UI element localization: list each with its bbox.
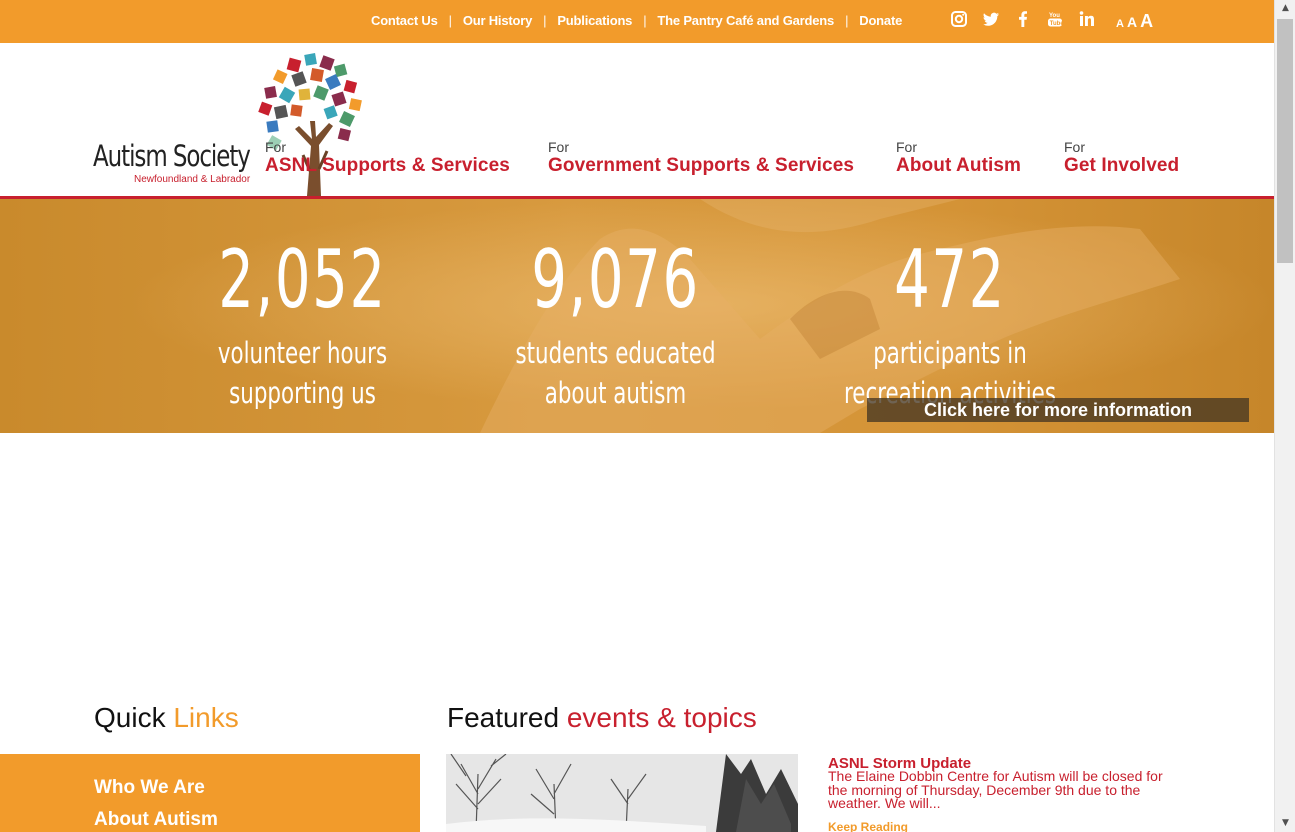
twitter-icon[interactable] xyxy=(982,10,1000,28)
font-size-medium-button[interactable]: A xyxy=(1127,14,1137,30)
font-size-controls: A A A xyxy=(1116,11,1153,32)
donate-link[interactable]: Donate xyxy=(859,13,902,28)
heading-part: Featured xyxy=(447,702,560,733)
nav-label[interactable]: Government Supports & Services xyxy=(548,154,854,178)
stat-number: 9,076 xyxy=(531,233,700,326)
svg-text:Tube: Tube xyxy=(1050,21,1064,27)
nav-get-involved[interactable]: For Get Involved xyxy=(1064,140,1179,178)
font-size-large-button[interactable]: A xyxy=(1140,11,1153,32)
stat-students-educated: 9,076 students educated about autism xyxy=(488,235,743,413)
stat-number: 2,052 xyxy=(218,233,387,326)
nav-about-autism[interactable]: For About Autism xyxy=(896,140,1021,178)
featured-heading: Featured events & topics xyxy=(447,702,757,734)
page-scrollbar[interactable]: ▲ ▼ xyxy=(1274,0,1295,832)
nav-label[interactable]: About Autism xyxy=(896,154,1021,178)
pantry-cafe-link[interactable]: The Pantry Café and Gardens xyxy=(657,13,834,28)
nav-government-supports[interactable]: For Government Supports & Services xyxy=(548,140,854,178)
font-size-small-button[interactable]: A xyxy=(1116,18,1124,30)
logo-subtitle: Newfoundland & Labrador xyxy=(134,174,251,185)
nav-label[interactable]: Get Involved xyxy=(1064,154,1179,178)
our-history-link[interactable]: Our History xyxy=(463,13,533,28)
stat-caption: supporting us xyxy=(229,376,376,410)
stat-caption: about autism xyxy=(544,376,687,410)
stat-volunteer-hours: 2,052 volunteer hours supporting us xyxy=(175,235,430,413)
heading-part: Quick xyxy=(94,702,166,733)
youtube-icon[interactable]: You Tube xyxy=(1046,10,1064,28)
stat-caption: volunteer hours xyxy=(217,336,388,370)
contact-us-link[interactable]: Contact Us xyxy=(371,13,438,28)
featured-snow-image[interactable] xyxy=(446,754,798,832)
separator: | xyxy=(845,13,849,28)
svg-text:You: You xyxy=(1049,13,1060,19)
quick-link-about-autism[interactable]: About Autism xyxy=(94,809,218,831)
more-information-button[interactable]: Click here for more information xyxy=(867,398,1249,422)
featured-post-excerpt: The Elaine Dobbin Centre for Autism will… xyxy=(828,768,1163,811)
quick-links-heading: Quick Links xyxy=(94,702,239,734)
nav-prefix: For xyxy=(1064,139,1085,155)
publications-link[interactable]: Publications xyxy=(557,13,632,28)
stat-number: 472 xyxy=(894,233,1006,326)
utility-links: Contact Us | Our History | Publications … xyxy=(371,13,902,28)
quick-links-panel: Who We Are About Autism xyxy=(0,754,420,832)
facebook-icon[interactable] xyxy=(1014,10,1032,28)
linkedin-icon[interactable] xyxy=(1078,10,1096,28)
heading-accent: events & topics xyxy=(566,702,757,733)
stat-caption: participants in xyxy=(873,336,1027,370)
logo-title[interactable]: Autism Society xyxy=(93,139,251,173)
quick-link-who-we-are[interactable]: Who We Are xyxy=(94,777,205,799)
keep-reading-link[interactable]: Keep Reading xyxy=(828,820,908,832)
separator: | xyxy=(643,13,647,28)
stat-caption: students educated xyxy=(515,336,716,370)
nav-label[interactable]: ASNL Supports & Services xyxy=(265,154,510,178)
nav-prefix: For xyxy=(265,139,286,155)
top-utility-bar: Contact Us | Our History | Publications … xyxy=(0,0,1274,43)
heading-accent: Links xyxy=(173,702,239,733)
instagram-icon[interactable] xyxy=(950,10,968,28)
stats-hero-banner: 2,052 volunteer hours supporting us 9,07… xyxy=(0,199,1274,433)
separator: | xyxy=(448,13,452,28)
nav-asnl-supports[interactable]: For ASNL Supports & Services xyxy=(265,140,510,178)
social-icons: You Tube xyxy=(950,10,1096,28)
stat-recreation-participants: 472 participants in recreation activitie… xyxy=(820,235,1080,413)
scrollbar-thumb[interactable] xyxy=(1277,19,1293,263)
scroll-up-arrow-icon[interactable]: ▲ xyxy=(1275,0,1295,17)
nav-prefix: For xyxy=(896,139,917,155)
nav-prefix: For xyxy=(548,139,569,155)
separator: | xyxy=(543,13,547,28)
site-header: Autism Society Newfoundland & Labrador F… xyxy=(0,43,1274,199)
scroll-down-arrow-icon[interactable]: ▼ xyxy=(1275,815,1295,832)
